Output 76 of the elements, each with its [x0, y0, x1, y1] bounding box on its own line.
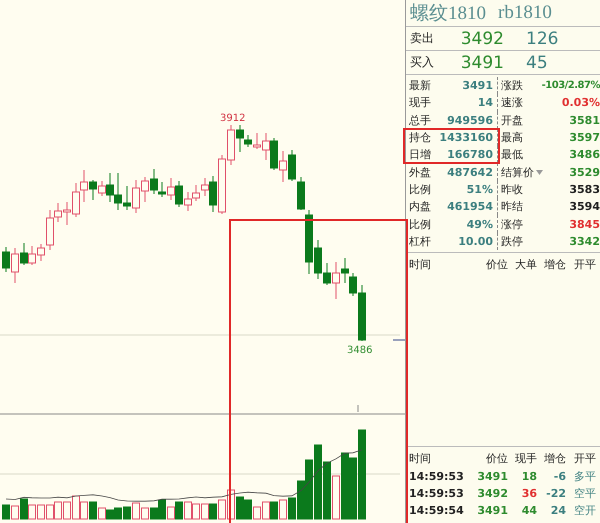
contract-name: 螺纹1810: [410, 2, 486, 26]
tick-change: -22: [545, 487, 566, 500]
tick-type: 空开: [573, 503, 596, 518]
stat-value: 3581: [568, 114, 600, 127]
tick-price: 3492: [476, 487, 508, 500]
stat-value: 51%: [466, 182, 493, 196]
stat-label: 最高: [501, 130, 523, 146]
column-header: 大单: [514, 256, 537, 272]
stat-value: -103/2.87%: [540, 80, 600, 92]
stat-value: 3845: [568, 218, 600, 231]
stat-label: 外盘: [409, 164, 432, 180]
order-volume: 126: [525, 28, 560, 48]
tick-time: 14:59:53: [409, 487, 465, 500]
column-header: 增仓: [543, 451, 566, 466]
order-side-label: 卖出: [410, 30, 435, 47]
column-header: 时间: [409, 256, 432, 272]
tick-volume: 36: [520, 487, 537, 500]
stat-value: 3597: [568, 131, 600, 144]
stat-value: 3491: [462, 79, 493, 92]
stat-label: 速涨: [501, 95, 523, 110]
tick-change: -6: [552, 470, 566, 483]
stat-label: 最新: [409, 78, 432, 94]
tick-price: 3491: [476, 504, 508, 517]
tick-time: 14:59:53: [409, 470, 465, 483]
stat-value: 0.03%: [560, 96, 600, 110]
stat-value: 3529: [568, 166, 600, 179]
stat-label: 昨收: [501, 182, 523, 197]
stat-label: 结算价: [501, 164, 534, 180]
stat-value: 14: [478, 96, 493, 110]
tick-time: 14:59:54: [409, 504, 465, 517]
column-header: 开平: [573, 451, 596, 466]
price-label: 3912: [220, 113, 246, 124]
stat-label: 现手: [409, 95, 432, 110]
caret-icon[interactable]: [536, 170, 543, 175]
stat-label: 跌停: [501, 234, 523, 249]
stat-value: 166780: [447, 148, 493, 162]
stat-label: 日增: [409, 147, 432, 162]
stat-label: 持仓: [409, 130, 432, 146]
stat-label: 总手: [409, 112, 432, 128]
order-price: 3492: [460, 28, 504, 48]
stat-value: 3594: [568, 200, 600, 214]
tick-volume: 18: [520, 470, 537, 483]
stat-value: 49%: [466, 218, 493, 231]
stat-value: 949596: [447, 114, 493, 127]
column-header: 价位: [485, 256, 508, 272]
stat-value: 461954: [447, 200, 493, 214]
stat-value: 10.00: [458, 234, 493, 248]
order-side-label: 买入: [410, 54, 435, 71]
stat-label: 比例: [409, 216, 432, 232]
stat-label: 内盘: [409, 199, 432, 214]
stat-label: 涨跌: [501, 78, 523, 94]
order-price: 3491: [460, 52, 504, 72]
stat-value: 3342: [568, 234, 600, 248]
tick-price: 3491: [476, 470, 508, 483]
column-header: 时间: [409, 451, 432, 466]
stat-label: 涨停: [501, 216, 523, 232]
stat-value: 1433160: [439, 131, 493, 144]
tick-type: 多平: [573, 469, 596, 484]
stat-value: 487642: [447, 166, 493, 179]
tick-volume: 44: [520, 504, 537, 517]
column-header: 增仓: [543, 256, 566, 272]
contract-code: rb1810: [498, 2, 552, 24]
stat-label: 杠杆: [409, 234, 432, 249]
column-header: 开平: [573, 256, 596, 272]
order-volume: 45: [525, 52, 549, 72]
tick-change: 24: [550, 504, 566, 517]
stat-label: 开盘: [501, 112, 523, 128]
stat-value: 3583: [568, 182, 600, 196]
stat-label: 比例: [409, 182, 432, 197]
stat-label: 最低: [501, 147, 523, 162]
column-header: 现手: [514, 451, 537, 466]
stat-value: 3486: [568, 148, 600, 162]
price-label: 3486: [347, 345, 372, 356]
stat-label: 昨结: [501, 199, 523, 214]
column-header: 价位: [485, 451, 508, 466]
tick-type: 空平: [573, 486, 596, 501]
